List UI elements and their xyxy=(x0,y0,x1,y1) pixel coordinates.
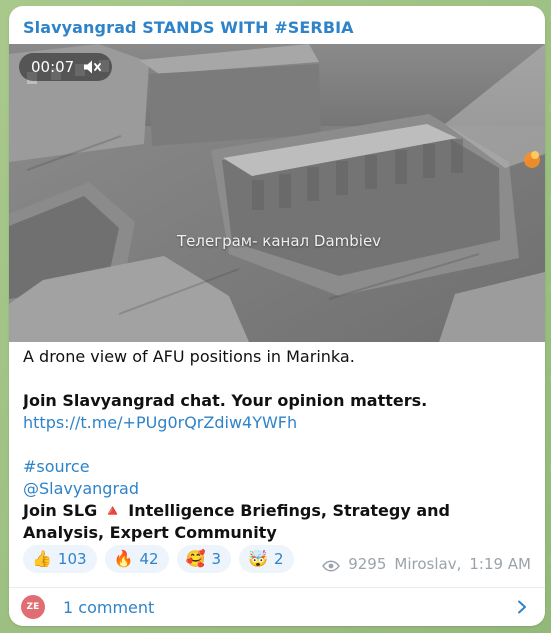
post-line-2: Join Slavyangrad chat. Your opinion matt… xyxy=(23,391,428,410)
comments-label[interactable]: 1 comment xyxy=(63,598,515,617)
avatar: ZE xyxy=(21,595,45,619)
reaction-mind-blown[interactable]: 🤯 2 xyxy=(239,545,294,573)
reaction-bar: 👍 103 🔥 42 🥰 3 🤯 2 xyxy=(23,545,294,573)
post-line-1: A drone view of AFU positions in Marinka… xyxy=(23,347,355,366)
message-meta: 9295 Miroslav, 1:19 AM xyxy=(322,555,531,573)
eye-icon xyxy=(322,558,341,572)
message-text: A drone view of AFU positions in Marinka… xyxy=(23,346,531,544)
message-time: 1:19 AM xyxy=(469,555,531,573)
destroyed-buildings-image xyxy=(9,44,545,342)
smiling-face-hearts-icon: 🥰 xyxy=(185,549,206,568)
reaction-thumbs-up[interactable]: 👍 103 xyxy=(23,545,97,573)
comments-row[interactable]: ZE 1 comment xyxy=(9,588,545,626)
timer-label: 00:07 xyxy=(31,58,75,76)
chat-link[interactable]: https://t.me/+PUg0rQrZdiw4YWFh xyxy=(23,413,297,432)
mind-blown-icon: 🤯 xyxy=(248,549,268,568)
view-count: 9295 xyxy=(348,555,387,573)
fire-icon: 🔥 xyxy=(113,549,134,568)
thumbs-up-icon: 👍 xyxy=(32,549,52,568)
video-timer[interactable]: 00:07 xyxy=(19,53,113,81)
muted-speaker-icon[interactable] xyxy=(82,58,102,76)
reaction-count: 103 xyxy=(57,550,87,568)
author-name: Miroslav, xyxy=(394,555,462,573)
message-card: Slavyangrad STANDS WITH #SERBIA 00:07 Те… xyxy=(9,6,545,626)
video-preview[interactable]: 00:07 Телеграм- канал Dambiev xyxy=(9,44,545,342)
chevron-right-icon[interactable] xyxy=(515,600,529,614)
reaction-count: 2 xyxy=(273,550,284,568)
reaction-fire[interactable]: 🔥 42 xyxy=(104,545,169,573)
channel-title[interactable]: Slavyangrad STANDS WITH #SERBIA xyxy=(23,18,354,37)
post-line-3: Join SLG 🔺 Intelligence Briefings, Strat… xyxy=(23,501,450,542)
reaction-love[interactable]: 🥰 3 xyxy=(176,545,232,573)
video-watermark: Телеграм- канал Dambiev xyxy=(177,232,382,250)
handle-link[interactable]: @Slavyangrad xyxy=(23,479,139,498)
reaction-count: 42 xyxy=(139,550,159,568)
reaction-count: 3 xyxy=(211,550,222,568)
source-hashtag[interactable]: #source xyxy=(23,457,90,476)
